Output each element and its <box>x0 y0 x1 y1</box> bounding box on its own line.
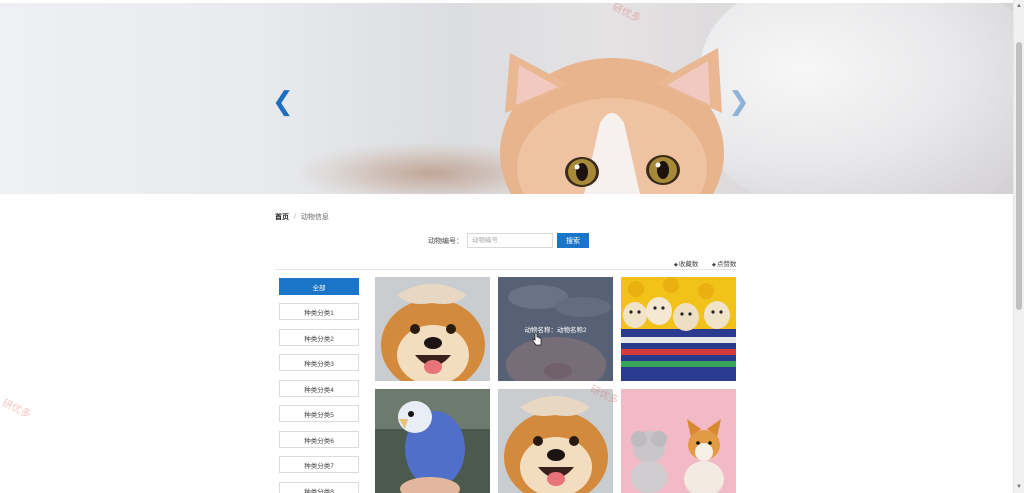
category-item[interactable]: 种类分类3 <box>279 354 359 371</box>
category-item[interactable]: 种类分类5 <box>279 405 359 422</box>
sort-clicks-label: 点赞数 <box>716 261 737 268</box>
sort-clicks[interactable]: ◆点赞数 <box>712 258 736 268</box>
shiba-image <box>498 389 613 493</box>
search-label: 动物编号： <box>428 237 463 245</box>
watermark-text: 研优多 <box>0 397 33 421</box>
page-scrollbar[interactable]: ▲ ▼ <box>1013 0 1024 493</box>
sort-favorites[interactable]: ◆收藏数 <box>674 258 698 268</box>
category-item[interactable]: 种类分类6 <box>279 431 359 448</box>
card-hover-overlay: 动物名称：动物名称2 <box>498 277 613 381</box>
category-item[interactable]: 种类分类7 <box>279 456 359 473</box>
animal-card[interactable] <box>621 389 736 493</box>
shiba-image <box>375 277 490 381</box>
animal-card[interactable] <box>621 277 736 381</box>
hand-cursor-icon <box>532 332 542 346</box>
breadcrumb-current: 动物信息 <box>300 214 329 221</box>
search-button[interactable]: 搜索 <box>557 233 589 248</box>
breadcrumb: 首页 / 动物信息 <box>275 212 329 222</box>
animal-card[interactable] <box>375 389 490 493</box>
chevron-right-icon: ❯ <box>728 87 750 117</box>
search-bar: 动物编号： 搜索 <box>428 233 589 248</box>
category-item[interactable]: 种类分类8 <box>279 482 359 493</box>
chevron-left-icon: ❮ <box>272 87 294 117</box>
scroll-down-icon[interactable]: ▼ <box>1016 484 1022 490</box>
sort-icon: ◆ <box>674 262 678 268</box>
animal-card[interactable] <box>375 277 490 381</box>
breadcrumb-separator: / <box>293 214 296 221</box>
page: ❮ ❯ 首页 / 动物信息 动物编号： 搜索 ◆收藏数 ◆点赞数 全部 种类分类… <box>0 0 1013 493</box>
poodle-corgi-image <box>621 389 736 493</box>
sort-icon: ◆ <box>712 262 716 268</box>
category-all[interactable]: 全部 <box>279 278 359 295</box>
category-item[interactable]: 种类分类2 <box>279 329 359 346</box>
animal-card[interactable] <box>498 389 613 493</box>
scroll-up-icon[interactable]: ▲ <box>1016 3 1022 9</box>
hero-banner: ❮ ❯ <box>0 3 1013 194</box>
animal-card-hovered[interactable]: 动物名称：动物名称2 <box>498 277 613 381</box>
category-item[interactable]: 种类分类1 <box>279 303 359 320</box>
category-item[interactable]: 种类分类4 <box>279 380 359 397</box>
divider <box>275 269 736 270</box>
breadcrumb-home[interactable]: 首页 <box>275 214 289 221</box>
banner-next-button[interactable]: ❯ <box>728 89 750 115</box>
scrollbar-thumb[interactable] <box>1016 42 1022 310</box>
sort-favorites-label: 收藏数 <box>678 261 699 268</box>
puppies-image <box>621 277 736 381</box>
lovebird-image <box>375 389 490 493</box>
banner-prev-button[interactable]: ❮ <box>272 89 294 115</box>
search-input[interactable] <box>467 233 553 248</box>
banner-cat-image <box>500 48 724 194</box>
